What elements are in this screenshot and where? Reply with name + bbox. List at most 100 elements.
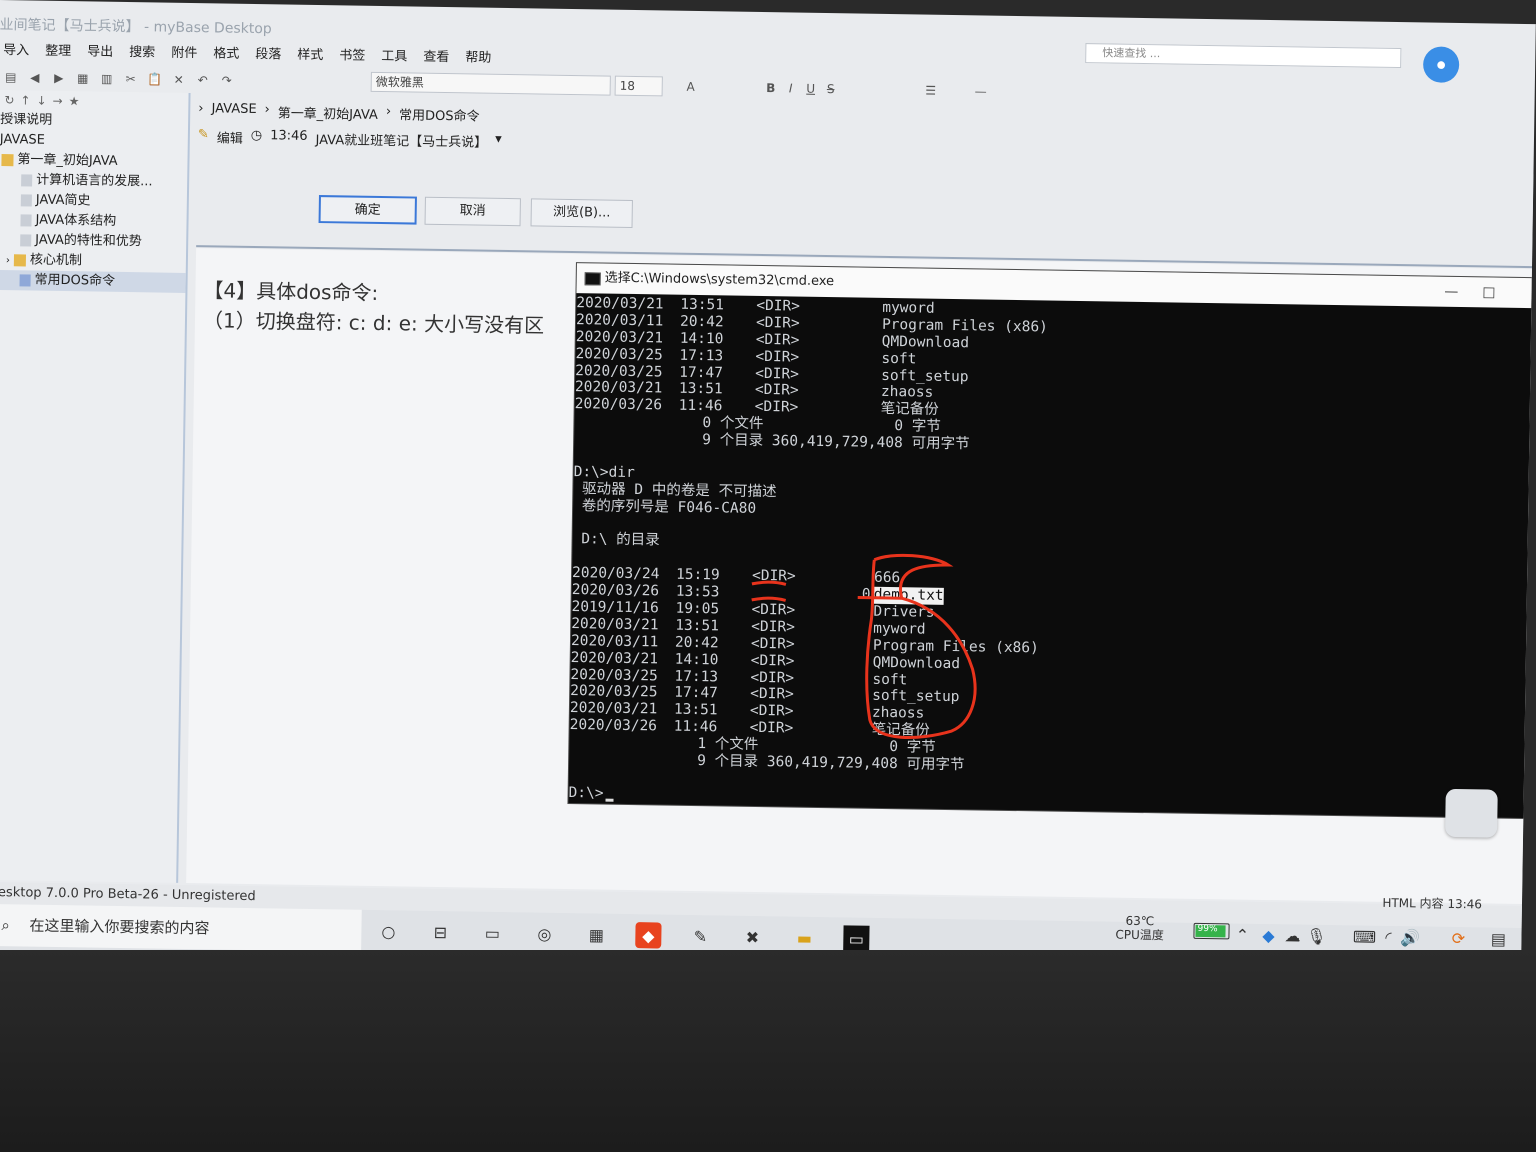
- app-red-icon[interactable]: ◆: [635, 922, 662, 949]
- edit-time: 13:46: [270, 128, 308, 144]
- floating-tv-icon[interactable]: [1445, 788, 1498, 838]
- cpu-temp-label: CPU温度: [1115, 927, 1164, 943]
- breadcrumb-item[interactable]: JAVASE: [211, 101, 256, 122]
- back-icon[interactable]: ◀: [26, 69, 44, 85]
- cut-icon[interactable]: ✂: [122, 71, 140, 87]
- menu-style[interactable]: 样式: [295, 41, 325, 65]
- layout2-icon[interactable]: ▥: [98, 71, 116, 87]
- star-icon[interactable]: ★: [69, 94, 80, 108]
- breadcrumb-item[interactable]: 第一章_初始JAVA: [278, 102, 378, 124]
- bold-icon[interactable]: B: [762, 80, 780, 96]
- desk-background: [0, 950, 1536, 1152]
- document-icon: [20, 233, 32, 247]
- file-explorer-icon[interactable]: ▬: [791, 925, 817, 951]
- undo-icon[interactable]: ↶: [194, 72, 212, 88]
- tray-app-icon[interactable]: ◆: [1255, 922, 1281, 948]
- cancel-button[interactable]: 取消: [424, 196, 521, 227]
- document-icon: [20, 193, 32, 207]
- cpu-temp: 63℃ CPU温度: [1115, 914, 1164, 943]
- terminal-output[interactable]: 2020/03/21 13:51 <DIR> myword 2020/03/11 20:4…: [568, 295, 1531, 818]
- app-editor-icon[interactable]: ✎: [687, 923, 713, 949]
- sidebar-tree: ↻ ↑ ↓ → ★ 授课说明 JAVASE 第一章_初始JAVA 计算机语言的发…: [0, 89, 191, 883]
- breadcrumb-item[interactable]: 常用DOS命令: [399, 104, 480, 125]
- notification-icon[interactable]: ▤: [1485, 925, 1511, 951]
- pencil-icon: ✎: [197, 127, 209, 143]
- layout-icon[interactable]: ▦: [74, 70, 92, 86]
- folder-icon: [13, 253, 27, 266]
- list-icon[interactable]: ☰: [922, 82, 940, 98]
- chevron-right-icon: ›: [198, 101, 204, 117]
- arrow-down-icon[interactable]: ↓: [36, 94, 46, 108]
- clock-icon: ◷: [250, 127, 263, 144]
- app-icon[interactable]: ◎: [531, 920, 557, 946]
- cmd-title: 选择C:\Windows\system32\cmd.exe: [604, 270, 835, 290]
- menu-export[interactable]: 导出: [85, 37, 115, 61]
- status-version: Desktop 7.0.0 Pro Beta-26 - Unregistered: [0, 884, 256, 905]
- arrow-up-icon[interactable]: ↑: [20, 93, 30, 107]
- window-title: 业间笔记【马士兵说】 - myBase Desktop: [0, 16, 272, 38]
- browse-button[interactable]: 浏览(B)...: [530, 198, 633, 228]
- forward-icon[interactable]: ▶: [50, 70, 68, 86]
- paste-icon[interactable]: 📋: [146, 71, 164, 87]
- calculator-icon[interactable]: ▦: [583, 921, 609, 947]
- cmd-window[interactable]: 选择C:\Windows\system32\cmd.exe —□ 2020/03…: [568, 263, 1532, 819]
- app-xmind-icon[interactable]: ✖: [739, 924, 765, 950]
- underline-icon[interactable]: U: [802, 81, 820, 97]
- cursor: [605, 798, 614, 802]
- refresh-icon[interactable]: ↻: [4, 93, 14, 107]
- edit-bar: ✎ 编辑 ◷ 13:46 JAVA就业班笔记【马士兵说】 ▾: [198, 127, 502, 152]
- menu-paragraph[interactable]: 段落: [253, 40, 283, 64]
- microphone-icon[interactable]: 🎙: [1303, 923, 1329, 949]
- volume-icon[interactable]: 🔊: [1397, 924, 1423, 950]
- menu-organize[interactable]: 整理: [43, 37, 73, 61]
- chat-icon[interactable]: ▭: [479, 920, 505, 946]
- font-size-select[interactable]: 18: [614, 75, 663, 97]
- font-color-icon[interactable]: A: [682, 79, 700, 95]
- menu-bookmark[interactable]: 书签: [337, 41, 367, 65]
- cortana-icon[interactable]: ○: [375, 918, 401, 944]
- redo-icon[interactable]: ↷: [218, 72, 236, 88]
- breadcrumb: › JAVASE › 第一章_初始JAVA › 常用DOS命令: [198, 101, 480, 125]
- battery-icon[interactable]: 99%: [1193, 922, 1230, 940]
- document-icon: [19, 273, 31, 287]
- content-line: （1）切换盘符: c: d: e: 大小写没有区: [202, 308, 545, 338]
- sidebar-item-dos-commands[interactable]: 常用DOS命令: [0, 269, 186, 293]
- new-note-icon[interactable]: ▤: [2, 69, 20, 85]
- edit-button[interactable]: 编辑: [217, 127, 243, 147]
- menu-import[interactable]: 导入: [1, 36, 31, 60]
- italic-icon[interactable]: I: [782, 80, 800, 96]
- menu-view[interactable]: 查看: [421, 43, 451, 67]
- arrow-right-icon[interactable]: →: [53, 94, 63, 108]
- hr-icon[interactable]: —: [972, 83, 990, 99]
- document-icon: [20, 213, 32, 227]
- taskbar-search-input[interactable]: ⌕ 在这里输入你要搜索的内容: [0, 903, 362, 952]
- strikethrough-icon[interactable]: S: [822, 81, 840, 97]
- search-icon: ⌕: [1, 916, 11, 935]
- ok-button[interactable]: 确定: [318, 195, 417, 225]
- calendar-icon[interactable]: ▾: [495, 132, 502, 152]
- cpu-temp-value: 63℃: [1125, 913, 1155, 929]
- keyboard-icon[interactable]: ⌨: [1351, 923, 1377, 949]
- menu-attachment[interactable]: 附件: [169, 39, 199, 63]
- window-controls[interactable]: —□: [1444, 277, 1520, 308]
- chevron-right-icon: ›: [385, 104, 392, 120]
- document-icon: [21, 173, 33, 187]
- menu-format[interactable]: 格式: [211, 39, 241, 63]
- tray-orange-icon[interactable]: ⟳: [1445, 925, 1471, 951]
- task-view-icon[interactable]: ⊟: [427, 919, 453, 945]
- monitor-screen: 业间笔记【马士兵说】 - myBase Desktop 导入 整理 导出 搜索 …: [0, 0, 1536, 975]
- menu-tools[interactable]: 工具: [379, 42, 409, 66]
- menu-help[interactable]: 帮助: [463, 43, 493, 67]
- cloud-icon[interactable]: ☁: [1279, 922, 1305, 948]
- chevron-right-icon[interactable]: ›: [6, 255, 10, 266]
- chevron-right-icon: ›: [264, 102, 270, 118]
- menu-search[interactable]: 搜索: [127, 38, 157, 62]
- close-icon[interactable]: ✕: [170, 72, 188, 88]
- content-heading: 【4】具体dos命令:: [203, 278, 379, 305]
- cmd-taskbar-icon[interactable]: ▭: [843, 925, 870, 952]
- font-family-select[interactable]: 微软雅黑: [370, 71, 611, 96]
- chevron-up-icon[interactable]: ⌃: [1229, 921, 1255, 947]
- status-content-info: HTML 内容 13:46: [1382, 895, 1483, 912]
- terminal-icon: [584, 272, 601, 286]
- notebook-name[interactable]: JAVA就业班笔记【马士兵说】: [315, 129, 487, 152]
